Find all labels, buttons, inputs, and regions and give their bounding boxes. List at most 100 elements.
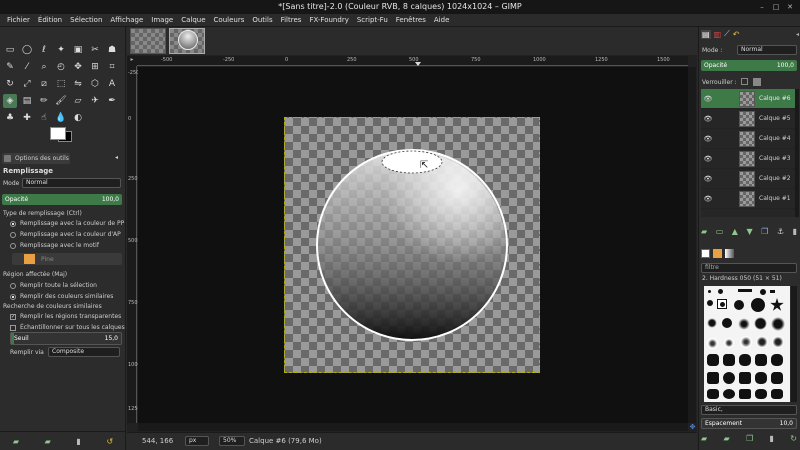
panel-menu-icon[interactable]: ◂ <box>115 154 118 161</box>
opacity-slider[interactable]: Opacité 100,0 <box>2 194 122 205</box>
menu-selection[interactable]: Sélection <box>66 14 106 27</box>
brush-preset[interactable] <box>722 318 732 328</box>
move-icon[interactable]: ✥ <box>71 60 85 74</box>
brush-preset[interactable] <box>755 372 767 384</box>
list-item[interactable]: 👁 Calque #6 <box>701 89 795 109</box>
brush-preset[interactable] <box>734 300 744 310</box>
paintbrush-icon[interactable]: 🖌 <box>54 94 68 108</box>
horizontal-scrollbar[interactable] <box>138 423 688 431</box>
measure-icon[interactable]: ◴ <box>54 60 68 74</box>
brush-preset[interactable] <box>707 338 718 349</box>
lock-pixels-icon[interactable] <box>741 78 748 85</box>
menu-outils[interactable]: Outils <box>248 14 276 27</box>
vertical-ruler[interactable]: -250 0 250 500 750 1000 1250 <box>127 66 141 423</box>
quick-mask-corner[interactable]: ▸ <box>127 56 137 66</box>
layers-mode-select[interactable]: Normal <box>737 45 797 55</box>
foreground-color-swatch[interactable] <box>50 127 66 140</box>
rotate-icon[interactable]: ↻ <box>3 77 17 91</box>
text-icon[interactable]: A <box>105 77 119 91</box>
delete-layer-icon[interactable]: ▮ <box>793 227 797 239</box>
brush-preset[interactable] <box>707 354 719 366</box>
clone-icon[interactable]: ♣ <box>3 111 17 125</box>
heal-icon[interactable]: ✚ <box>20 111 34 125</box>
radio-region-similar[interactable] <box>10 293 16 300</box>
refresh-brushes-icon[interactable]: ↻ <box>790 434 797 446</box>
checkbox-transparent[interactable]: ✓ <box>10 313 16 320</box>
scale-icon[interactable]: ⤢ <box>20 77 34 91</box>
navigate-icon[interactable]: ✥ <box>688 423 697 432</box>
visibility-eye-icon[interactable]: 👁 <box>701 195 715 203</box>
patterns-tab-icon[interactable] <box>713 248 722 258</box>
tab-tool-options[interactable]: Options des outils <box>2 153 70 164</box>
blur-icon[interactable]: 💧 <box>54 111 68 125</box>
brushes-scrollbar[interactable] <box>791 286 797 402</box>
crop-icon[interactable]: ⌗ <box>105 60 119 74</box>
list-item[interactable]: 👁 Calque #1 <box>701 189 795 209</box>
pattern-swatch[interactable] <box>24 254 35 264</box>
delete-brush-icon[interactable]: ▮ <box>770 434 774 446</box>
brush-preset[interactable] <box>771 317 785 331</box>
cage-icon[interactable]: ⬡ <box>88 77 102 91</box>
brush-preset[interactable] <box>707 389 719 399</box>
paths-tab-icon[interactable]: ⟋ <box>724 29 730 39</box>
radio-fg[interactable] <box>10 220 16 227</box>
visibility-eye-icon[interactable]: 👁 <box>701 175 715 183</box>
brush-preset[interactable] <box>738 289 752 292</box>
brush-preset[interactable] <box>771 389 783 399</box>
brush-preset[interactable] <box>751 298 765 312</box>
vertical-scrollbar[interactable] <box>688 67 696 423</box>
brush-preset[interactable] <box>738 318 750 330</box>
channels-tab-icon[interactable]: ▥ <box>714 30 722 39</box>
perspective-icon[interactable]: ⬚ <box>54 77 68 91</box>
minimize-icon[interactable]: – <box>757 2 767 12</box>
brush-preset[interactable] <box>740 336 752 348</box>
edit-brush-icon[interactable]: ▰ <box>701 434 707 446</box>
menu-calque[interactable]: Calque <box>177 14 209 27</box>
gradients-tab-icon[interactable] <box>725 248 734 258</box>
ellipse-select-icon[interactable]: ◯ <box>20 43 34 57</box>
brush-tag-input[interactable]: Basic, <box>701 405 797 415</box>
brushes-tab-icon[interactable] <box>701 248 710 258</box>
fill-type-bg[interactable]: Remplissage avec la couleur d'AP <box>10 230 121 240</box>
menu-edition[interactable]: Édition <box>34 14 66 27</box>
horizontal-ruler[interactable]: -500 -250 0 250 500 750 1000 1250 1500 <box>137 56 688 66</box>
close-icon[interactable]: ✕ <box>785 2 795 12</box>
unit-select[interactable]: px <box>185 436 209 446</box>
brush-preset[interactable] <box>739 389 751 399</box>
save-options-icon[interactable]: ▰ <box>13 437 19 446</box>
fill-type-fg[interactable]: Remplissage avec la couleur de PP <box>10 219 124 229</box>
list-item[interactable]: 👁 Calque #5 <box>701 109 795 129</box>
menu-couleurs[interactable]: Couleurs <box>210 14 249 27</box>
fill-by-select[interactable]: Composite <box>48 347 120 357</box>
visibility-eye-icon[interactable]: 👁 <box>701 135 715 143</box>
raise-layer-icon[interactable]: ▲ <box>732 227 738 239</box>
duplicate-layer-icon[interactable]: ❐ <box>761 227 768 239</box>
layers-opacity-slider[interactable]: Opacité 100,0 <box>701 60 797 71</box>
new-brush-icon[interactable]: ▰ <box>724 434 730 446</box>
brush-preset[interactable] <box>755 389 767 399</box>
image-tab-2[interactable] <box>169 28 205 54</box>
bucket-fill-icon[interactable]: ◈ <box>3 94 17 108</box>
foreground-select-icon[interactable]: ☗ <box>105 43 119 57</box>
brush-preset[interactable] <box>724 338 734 348</box>
brush-preset[interactable] <box>707 300 713 306</box>
brush-preset[interactable] <box>718 289 723 294</box>
radio-pattern[interactable] <box>10 242 16 249</box>
menu-affichage[interactable]: Affichage <box>106 14 147 27</box>
scissors-icon[interactable]: ✂ <box>88 43 102 57</box>
blend-icon[interactable]: ▤ <box>20 94 34 108</box>
brush-preset[interactable] <box>770 298 784 311</box>
eraser-icon[interactable]: ▱ <box>71 94 85 108</box>
new-group-icon[interactable]: ▭ <box>716 227 724 239</box>
brush-preset[interactable] <box>739 354 751 366</box>
reset-options-icon[interactable]: ↺ <box>106 437 113 446</box>
region-selection[interactable]: Remplir toute la sélection <box>10 281 97 291</box>
fill-transparent[interactable]: ✓ Remplir les régions transparentes <box>10 312 121 322</box>
visibility-eye-icon[interactable]: 👁 <box>701 155 715 163</box>
delete-options-icon[interactable]: ▮ <box>76 437 80 446</box>
visibility-eye-icon[interactable]: 👁 <box>701 115 715 123</box>
threshold-slider[interactable]: Seuil 15,0 <box>10 332 122 345</box>
menu-aide[interactable]: Aide <box>430 14 453 27</box>
flip-icon[interactable]: ⇋ <box>71 77 85 91</box>
menu-image[interactable]: Image <box>147 14 177 27</box>
